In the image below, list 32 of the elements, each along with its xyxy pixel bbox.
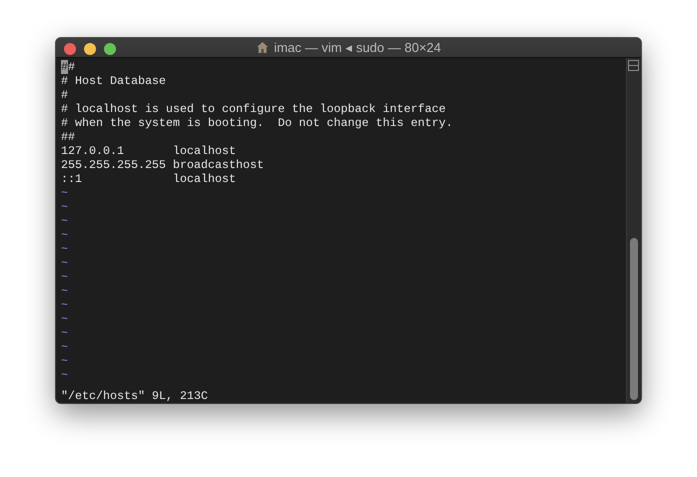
code-line: ## <box>61 60 75 74</box>
tilde-marker: ~ <box>61 326 68 340</box>
code-line: # when the system is booting. Do not change this entry. <box>61 116 453 130</box>
tilde-marker: ~ <box>61 340 68 354</box>
tilde-marker: ~ <box>61 354 68 368</box>
tilde-marker: ~ <box>61 200 68 214</box>
code-line: # Host Database <box>61 74 166 88</box>
tilde-marker: ~ <box>61 368 68 382</box>
scroll-thumb[interactable] <box>630 238 638 400</box>
close-button[interactable] <box>64 43 76 55</box>
code-line: ::1 localhost <box>61 172 236 186</box>
split-icon[interactable] <box>628 60 639 71</box>
tilde-marker: ~ <box>61 284 68 298</box>
code-line: # <box>61 88 68 102</box>
window-title: imac — vim ◂ sudo — 80×24 <box>274 40 442 55</box>
zoom-button[interactable] <box>104 43 116 55</box>
tilde-marker: ~ <box>61 228 68 242</box>
house-icon <box>256 41 269 54</box>
code-line: # localhost is used to configure the loopback interface <box>61 102 446 116</box>
code-line: 127.0.0.1 localhost <box>61 144 236 158</box>
status-line: "/etc/hosts" 9L, 213C <box>61 389 208 403</box>
tilde-marker: ~ <box>61 242 68 256</box>
tilde-marker: ~ <box>61 312 68 326</box>
tilde-marker: ~ <box>61 270 68 284</box>
tilde-marker: ~ <box>61 298 68 312</box>
scroll-bar[interactable] <box>626 58 641 403</box>
tilde-marker: ~ <box>61 214 68 228</box>
minimize-button[interactable] <box>84 43 96 55</box>
tilde-marker: ~ <box>61 186 68 200</box>
code-line: ## <box>61 130 75 144</box>
tilde-marker: ~ <box>61 256 68 270</box>
code-line: 255.255.255.255 broadcasthost <box>61 158 264 172</box>
